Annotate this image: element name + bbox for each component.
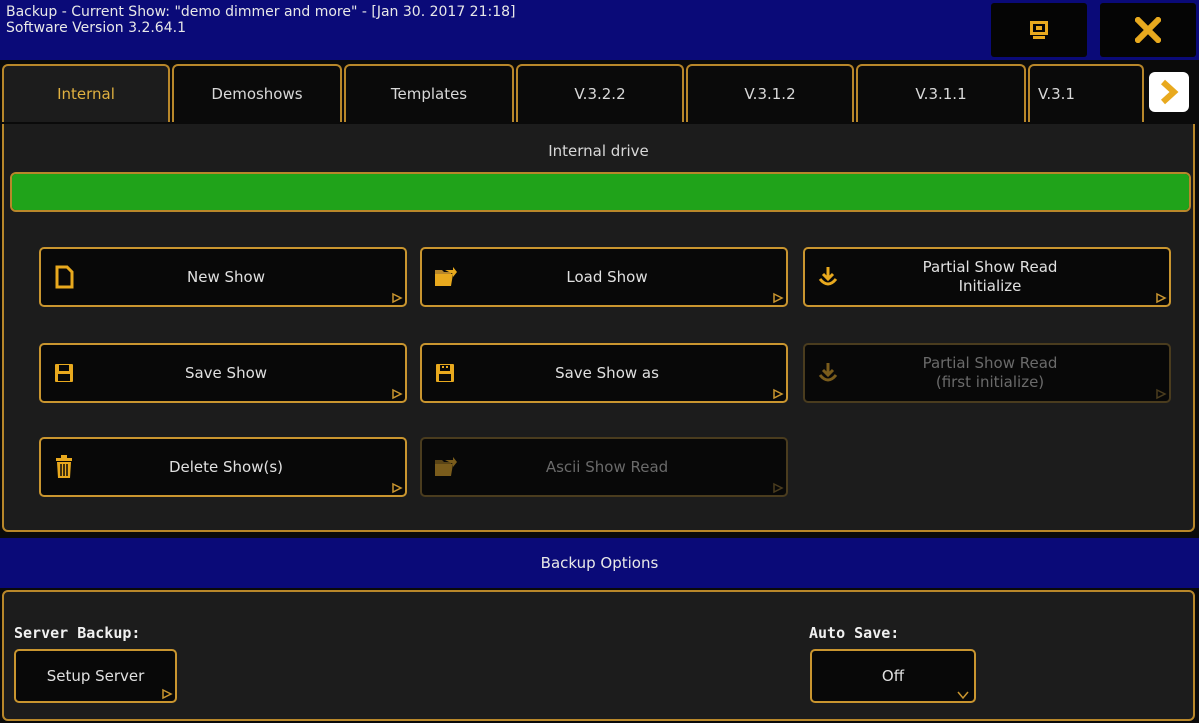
import-arrow-icon [815, 264, 841, 290]
save-show-as-label: Save Show as [555, 363, 659, 382]
corner-arrow-icon [773, 292, 784, 304]
tab-scroll-right-button[interactable] [1149, 72, 1189, 112]
auto-save-value: Off [881, 667, 905, 685]
delete-show-label: Delete Show(s) [168, 457, 284, 476]
server-backup-label: Server Backup: [14, 624, 141, 642]
close-button[interactable] [1100, 3, 1196, 57]
corner-arrow-icon [392, 482, 403, 494]
backup-panel: Internal drive New Show Load Show Partia… [2, 124, 1195, 532]
tab-v312[interactable]: V.3.1.2 [686, 64, 854, 122]
auto-save-toggle[interactable]: Off [810, 649, 976, 703]
corner-arrow-icon [773, 482, 784, 494]
drive-label: Internal drive [548, 142, 649, 160]
backup-options-header: Backup Options [0, 538, 1199, 588]
corner-arrow-icon [773, 388, 784, 400]
tab-v322[interactable]: V.3.2.2 [516, 64, 684, 122]
new-show-label: New Show [187, 267, 265, 286]
window-title: Backup - Current Show: "demo dimmer and … [6, 4, 515, 36]
corner-arrow-icon [1156, 292, 1167, 304]
monitor-icon [1030, 21, 1048, 39]
tab-demoshows[interactable]: Demoshows [172, 64, 342, 122]
partial-show-read-label: Partial Show Read Initialize [841, 258, 1169, 296]
setup-server-label: Setup Server [46, 667, 145, 685]
title-bar: Backup - Current Show: "demo dimmer and … [0, 0, 1199, 60]
tab-internal[interactable]: Internal [2, 64, 170, 122]
title-line-1: Backup - Current Show: "demo dimmer and … [6, 4, 516, 20]
setup-server-button[interactable]: Setup Server [14, 649, 177, 703]
corner-arrow-icon [1156, 388, 1167, 400]
ascii-show-read-label: Ascii Show Read [545, 457, 669, 476]
auto-save-label: Auto Save: [809, 624, 900, 642]
load-show-button[interactable]: Load Show [420, 247, 788, 307]
tab-v31[interactable]: V.3.1 [1028, 64, 1144, 122]
backup-options-panel: Server Backup: Setup Server Auto Save: O… [2, 590, 1195, 721]
document-icon [51, 264, 77, 290]
ascii-show-read-button: Ascii Show Read [420, 437, 788, 497]
tab-templates[interactable]: Templates [344, 64, 514, 122]
floppy-disk-icon [432, 360, 458, 386]
partial-first-line-1: Partial Show Read [922, 354, 1058, 372]
tab-v311[interactable]: V.3.1.1 [856, 64, 1026, 122]
save-show-label: Save Show [184, 363, 268, 382]
corner-arrow-icon [162, 688, 173, 700]
partial-first-line-2: (first initialize) [935, 373, 1045, 391]
floppy-disk-icon [51, 360, 77, 386]
corner-arrow-icon [392, 292, 403, 304]
title-line-2: Software Version 3.2.64.1 [6, 20, 186, 36]
partial-show-read-first-initialize-button: Partial Show Read (first initialize) [803, 343, 1171, 403]
trash-icon [51, 454, 77, 480]
drive-usage-bar [10, 172, 1191, 212]
tab-bar: Internal Demoshows Templates V.3.2.2 V.3… [0, 62, 1199, 124]
folder-open-icon [432, 454, 458, 480]
partial-show-read-initialize-button[interactable]: Partial Show Read Initialize [803, 247, 1171, 307]
delete-show-button[interactable]: Delete Show(s) [39, 437, 407, 497]
folder-open-icon [432, 264, 458, 290]
corner-arrow-icon [392, 388, 403, 400]
save-show-as-button[interactable]: Save Show as [420, 343, 788, 403]
new-show-button[interactable]: New Show [39, 247, 407, 307]
import-arrow-icon [815, 360, 841, 386]
screen-select-button[interactable] [991, 3, 1087, 57]
drive-usage-fill [12, 174, 1189, 210]
partial-first-initialize-label: Partial Show Read (first initialize) [841, 354, 1169, 392]
save-show-button[interactable]: Save Show [39, 343, 407, 403]
partial-read-line-1: Partial Show Read [922, 258, 1058, 276]
load-show-label: Load Show [566, 267, 648, 286]
partial-read-line-2: Initialize [958, 277, 1022, 295]
close-icon [1135, 17, 1161, 43]
chevron-right-icon [1160, 79, 1179, 105]
chevron-down-icon [957, 691, 969, 700]
